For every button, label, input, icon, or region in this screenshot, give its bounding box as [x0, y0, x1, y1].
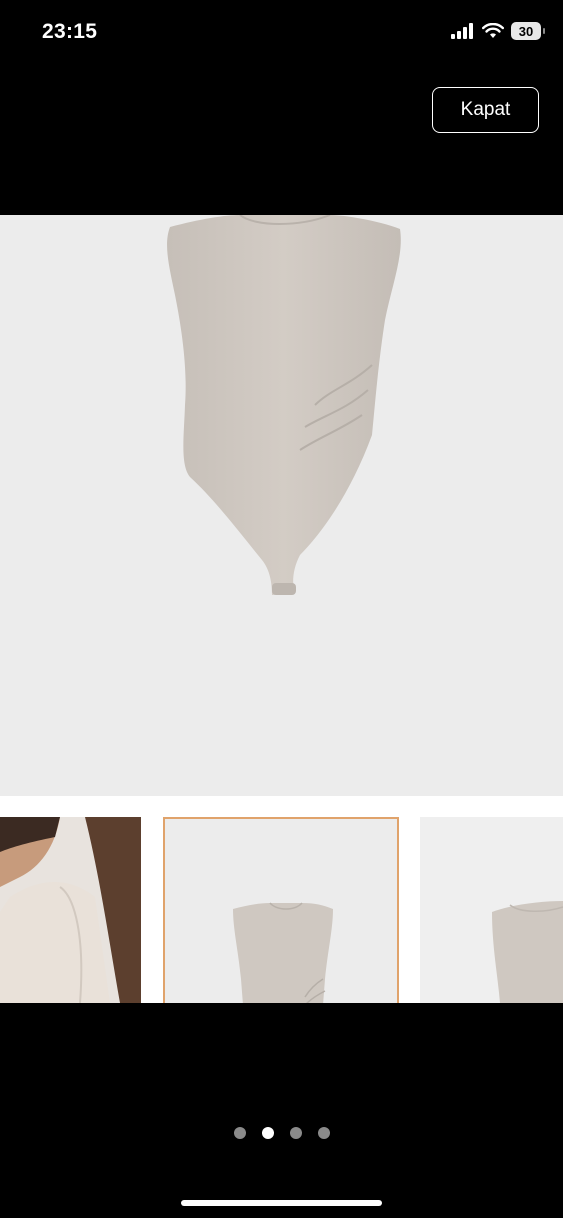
page-indicator [0, 1127, 563, 1139]
side-photo [492, 901, 563, 1003]
wifi-icon [482, 23, 504, 38]
model-photo [0, 817, 141, 1003]
thumbnail-side[interactable] [420, 817, 563, 1003]
front-photo [233, 902, 333, 1003]
status-time: 23:15 [42, 20, 98, 43]
status-bar: 23:15 30 [0, 0, 563, 70]
page-dot-1[interactable] [233, 1127, 246, 1139]
page-dot-4[interactable] [317, 1127, 330, 1139]
bodysuit-illustration [167, 215, 401, 595]
battery-icon: 30 [511, 22, 545, 40]
battery-level: 30 [518, 23, 534, 39]
thumbnail-front[interactable] [163, 817, 399, 1003]
page-dot-3[interactable] [289, 1127, 302, 1139]
main-product-image[interactable] [0, 215, 563, 796]
home-indicator[interactable] [181, 1200, 382, 1206]
page-dot-2-active[interactable] [261, 1127, 274, 1139]
cellular-signal-icon [451, 23, 473, 39]
close-button[interactable]: Kapat [432, 87, 539, 133]
status-icons: 30 [451, 22, 545, 40]
thumbnail-model[interactable] [0, 817, 141, 1003]
thumbnail-strip [0, 796, 563, 1003]
